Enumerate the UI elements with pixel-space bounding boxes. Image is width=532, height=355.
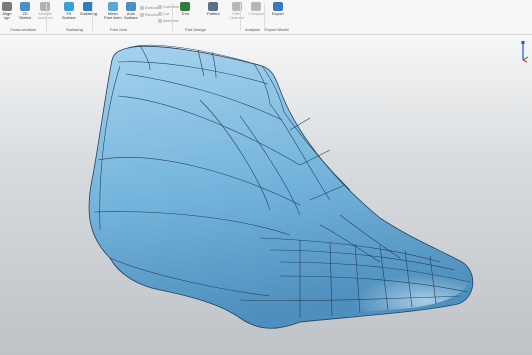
tool-label: Surface — [124, 15, 138, 20]
ribbon-mini-tool[interactable]: Combine — [158, 4, 179, 9]
ribbon-tool-button[interactable]: Fit Surface — [62, 2, 76, 20]
tool-icon — [272, 2, 283, 11]
tool-label: Sketch — [19, 15, 32, 20]
tool-icon — [208, 2, 219, 11]
ribbon-tool-button[interactable]: Compare — [248, 2, 264, 16]
mini-tool-label: Cut — [163, 11, 170, 16]
mini-tool-label: Combine — [163, 4, 180, 9]
ribbon-tool-button[interactable]: Mesh Free-form — [104, 2, 122, 20]
axis-triad-icon — [521, 41, 529, 63]
tool-label: Surfacing — [80, 11, 97, 16]
3d-viewport[interactable] — [0, 35, 532, 355]
ribbon-separator — [92, 3, 93, 31]
mini-tool-icon — [158, 19, 162, 23]
tool-label: Pattern — [207, 11, 220, 16]
mini-tool-label: Intersect — [163, 18, 179, 23]
tool-label: Export — [272, 11, 284, 16]
mini-tool-icon — [158, 5, 162, 9]
ribbon-mini-tool[interactable]: Extrude — [140, 5, 159, 10]
shoe-last-model[interactable] — [88, 44, 474, 329]
ribbon-mini-tool[interactable]: Intersect — [158, 18, 178, 23]
tool-label: Chamfer — [229, 15, 245, 20]
tool-icon — [20, 2, 31, 11]
ribbon-tool-button[interactable]: Surfacing — [80, 2, 97, 16]
tool-icon — [107, 2, 118, 11]
ribbon-group-label: Export Model — [265, 27, 289, 32]
ribbon-tool-button[interactable]: Export — [272, 2, 284, 16]
tool-label: Trim — [181, 11, 189, 16]
ribbon-tool-button[interactable]: Trim — [180, 2, 190, 16]
tool-label: ign — [4, 15, 10, 20]
ribbon-mini-tool[interactable]: Revolve — [140, 12, 159, 17]
ribbon-separator — [240, 3, 241, 31]
ribbon-toolbar: Alignign2DSketchMultiplesectionsFitSurfa… — [0, 0, 532, 35]
ribbon-separator — [264, 3, 265, 31]
tool-icon — [251, 2, 262, 11]
ribbon-separator — [172, 3, 173, 31]
ribbon-group-label: Analysis — [245, 27, 260, 32]
mini-tool-icon — [158, 12, 162, 16]
tool-label: Compare — [248, 11, 265, 16]
ribbon-tool-button[interactable]: Auto Surface — [124, 2, 138, 20]
ribbon-group-label: Surfacing — [66, 27, 83, 32]
ribbon-tool-button[interactable]: Fillet Chamfer — [229, 2, 244, 20]
tool-label: Free-form — [104, 15, 122, 20]
ribbon-group-label: Free form — [110, 27, 128, 32]
tool-icon — [63, 2, 74, 11]
mini-tool-label: Extrude — [145, 5, 159, 10]
ribbon-tool-button[interactable]: 2D Sketch — [19, 2, 31, 20]
tool-icon — [2, 2, 12, 11]
ribbon-tool-button[interactable]: Pattern — [207, 2, 220, 16]
tool-label: Surface — [62, 15, 76, 20]
ribbon-tool-button[interactable]: Align ign — [2, 2, 12, 20]
ribbon-group-label: Cross sections — [10, 27, 37, 32]
ribbon-mini-tool[interactable]: Cut — [158, 11, 169, 16]
mini-tool-icon — [140, 6, 144, 10]
mini-tool-icon — [140, 13, 144, 17]
tool-icon — [125, 2, 136, 11]
ribbon-group-label: Part Design — [185, 27, 206, 32]
tool-icon — [180, 2, 190, 11]
ribbon-separator — [46, 3, 47, 31]
